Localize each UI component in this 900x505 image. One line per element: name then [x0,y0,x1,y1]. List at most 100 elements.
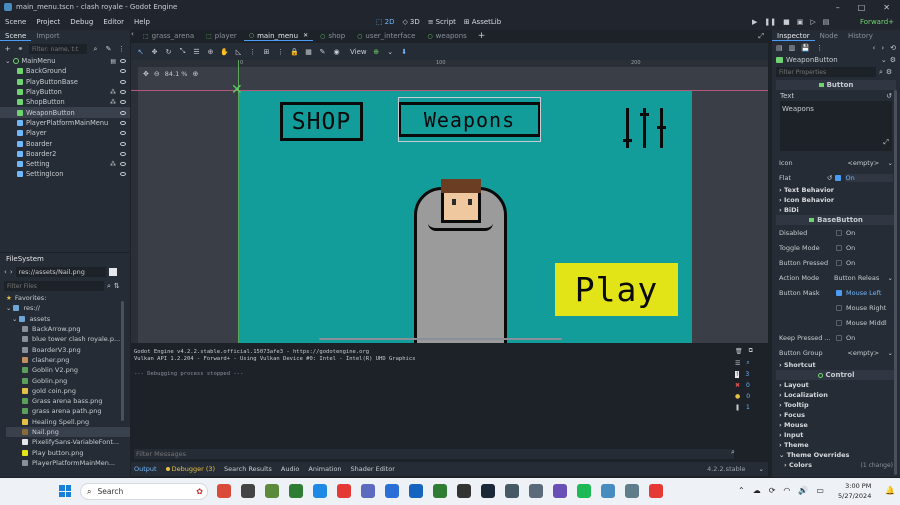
notification-bell-icon[interactable]: 🔔 [885,486,895,495]
signal-icon[interactable]: ⁂ [110,89,116,96]
text-property-field[interactable]: Weapons ⤢ [780,101,892,151]
add-keyframe-icon[interactable]: ⊕ [372,47,381,56]
menu-debug[interactable]: Debug [65,18,98,26]
minecraft-icon[interactable] [265,484,279,498]
file-item[interactable]: PlayerPlatformMainMen... [6,458,130,468]
add-node-icon[interactable]: + [3,45,12,54]
expand-icon[interactable]: ⤢ [883,138,889,147]
battery-icon[interactable]: ▭ [816,486,824,495]
play-icon[interactable]: ▶ [752,18,757,26]
pan-tool-icon[interactable]: ✋ [220,47,229,56]
visibility-eye-icon[interactable] [120,90,126,95]
tab-scene[interactable]: Scene [0,32,32,41]
play-scene-icon[interactable]: ▷ [810,18,815,26]
clear-log-icon[interactable]: 🗑 [735,348,743,355]
menu-project[interactable]: Project [31,18,65,26]
tab-import[interactable]: Import [31,32,64,40]
file-item[interactable]: Goblin.png [6,375,130,385]
filter-icon[interactable]: ☰ [735,360,740,367]
scene-node-player[interactable]: Player [0,128,130,138]
mask-left-checkbox[interactable] [836,289,842,296]
scene-node-playbutton[interactable]: PlayButton ⁂ [0,87,130,97]
tray-sync-icon[interactable]: ⟳ [769,486,776,495]
flat-checkbox[interactable] [835,174,842,181]
scene-node-settingicon[interactable]: SettingIcon [0,169,130,179]
mask-middle-checkbox[interactable] [836,319,842,326]
visibility-eye-icon[interactable] [120,110,126,115]
zoom-level[interactable]: 84.1 % [165,70,188,78]
file-item[interactable]: PixelifySans-VariableFont... [6,437,130,447]
file-item[interactable]: clasher.png [6,355,130,365]
object-settings-icon[interactable]: ⚙ [890,56,896,64]
toggle-mode-checkbox[interactable] [836,244,842,251]
visibility-eye-icon[interactable] [120,172,126,177]
rotate-tool-icon[interactable]: ↻ [164,47,173,56]
back-icon[interactable]: ‹ [4,268,7,276]
scene-tabs-left-icon[interactable]: ‹ [131,30,134,38]
distraction-free-icon[interactable]: ⤢ [758,32,764,41]
start-apps-icon[interactable] [313,484,327,498]
scene-tab-weapons[interactable]: ○ weapons [422,32,471,40]
mode-script-button[interactable]: ≡ Script [424,18,460,26]
menu-editor[interactable]: Editor [98,18,129,26]
maximize-icon[interactable]: □ [858,3,866,12]
github-icon[interactable] [553,484,567,498]
scene-tab-grass_arena[interactable]: ⬚ grass_arena [138,32,199,40]
settings-sliders-icon[interactable] [619,108,669,150]
insert-key-icon[interactable]: ⬇ [400,47,409,56]
close-icon[interactable]: ✕ [883,3,890,12]
copy-icon[interactable]: ⧉ [749,347,753,355]
zoom-reset-icon[interactable]: ✥ [143,70,149,78]
button-pressed-checkbox[interactable] [836,259,842,266]
lock-icon[interactable]: 🔒 [290,47,299,56]
tab-node[interactable]: Node [815,32,843,40]
origin-gizmo[interactable]: ✕ [231,83,245,97]
visibility-eye-icon[interactable] [120,141,126,146]
store-icon[interactable] [409,484,423,498]
taskbar-search[interactable]: ⌕ Search ✿ [80,483,208,500]
menu-scene[interactable]: Scene [0,18,31,26]
filesystem-filter-input[interactable] [4,281,104,291]
shortcut-section[interactable]: › Shortcut [779,360,893,370]
scene-tab-main_menu[interactable]: ○ main_menu ✕ [243,32,314,41]
viewport-2d[interactable]: 0 100 200 ✥ ⊖ 84.1 % ⊕ SHOP Weapons Play… [131,60,768,343]
tab-search-results[interactable]: Search Results [224,465,272,473]
visibility-eye-icon[interactable] [120,131,126,136]
play-button-label[interactable]: Play [575,270,658,309]
signal-icon[interactable]: ⁂ [110,161,116,168]
minecraft-launcher-icon[interactable] [289,484,303,498]
scale-tool-icon[interactable]: ⤡ [178,47,187,56]
scene-filter-input[interactable] [29,44,87,54]
icon-behavior-section[interactable]: › Icon Behavior [779,195,893,205]
select-tool-icon[interactable]: ↖ [136,47,145,56]
chevron-down-icon[interactable]: ⌄ [888,349,893,357]
tray-app-icon[interactable]: ☁ [753,486,761,495]
renderer-select[interactable]: Forward+ [860,18,894,26]
tab-debugger[interactable]: Debugger (3) [165,465,215,473]
widgets-icon[interactable] [217,484,231,498]
move-tool-icon[interactable]: ✥ [150,47,159,56]
layout-section[interactable]: › Layout [779,380,893,390]
mode-3d-button[interactable]: ◇ 3D [398,18,423,26]
panel-toggle-icon[interactable]: ⌄ [759,465,764,473]
view-menu[interactable]: View [350,48,367,56]
assets-folder[interactable]: ⌄ assets [6,314,130,324]
pivot-tool-icon[interactable]: ⊕ [206,47,215,56]
app-icon[interactable] [625,484,639,498]
scene-node-background[interactable]: BackGround [0,66,130,76]
visibility-eye-icon[interactable] [120,59,126,64]
scene-node-boarder2[interactable]: Boarder2 [0,149,130,159]
file-item[interactable]: Grass arena bass.png [6,396,130,406]
camera-icon[interactable]: ◉ [332,47,341,56]
button-section-header[interactable]: Button [776,80,896,90]
scene-node-playbuttonbase[interactable]: PlayButtonBase [0,77,130,87]
file-item[interactable]: Goblin V2.png [6,365,130,375]
zoom-in-icon[interactable]: ⊕ [192,70,198,78]
more-icon[interactable]: ⋮ [816,44,823,52]
file-item[interactable]: Nail.png [6,426,130,438]
chevron-down-icon[interactable]: ⌄ [5,57,11,65]
button-group-value[interactable]: <empty> [839,349,888,357]
snap-icon[interactable]: ⋮ [248,47,257,56]
movie-icon[interactable]: ▤ [823,18,830,26]
history-forward-icon[interactable]: › [881,44,884,52]
